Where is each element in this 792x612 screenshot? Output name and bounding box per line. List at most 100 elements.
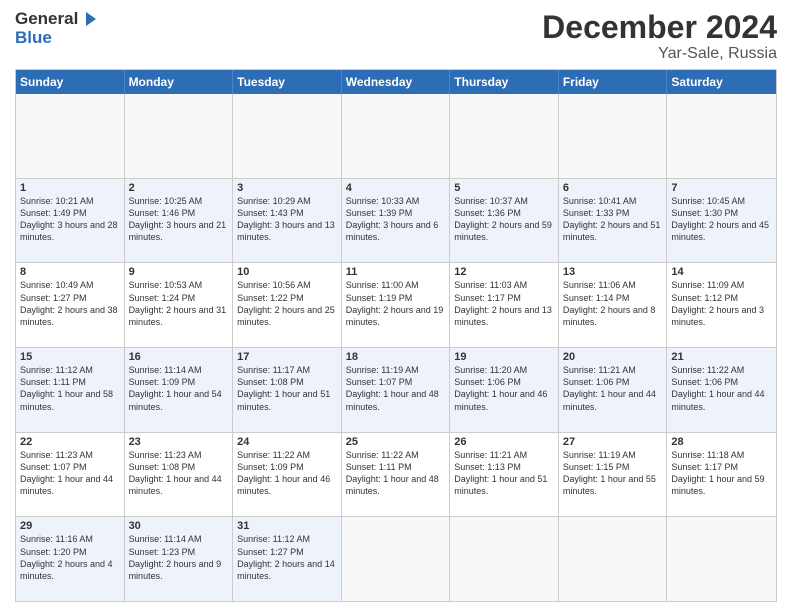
cal-cell-empty (233, 94, 342, 178)
cal-week-4: 22Sunrise: 11:23 AM Sunset: 1:07 PM Dayl… (16, 432, 776, 517)
cal-cell-day-31: 31Sunrise: 11:12 AM Sunset: 1:27 PM Dayl… (233, 517, 342, 601)
day-number: 5 (454, 182, 554, 194)
cal-cell-day-15: 15Sunrise: 11:12 AM Sunset: 1:11 PM Dayl… (16, 348, 125, 432)
cal-week-2: 8Sunrise: 10:49 AM Sunset: 1:27 PM Dayli… (16, 262, 776, 347)
cal-cell-day-10: 10Sunrise: 10:56 AM Sunset: 1:22 PM Dayl… (233, 263, 342, 347)
cal-header-monday: Monday (125, 70, 234, 94)
cal-cell-day-1: 1Sunrise: 10:21 AM Sunset: 1:49 PM Dayli… (16, 179, 125, 263)
calendar-header-row: SundayMondayTuesdayWednesdayThursdayFrid… (16, 70, 776, 94)
month-title: December 2024 (542, 10, 777, 45)
cell-info: Sunrise: 11:16 AM Sunset: 1:20 PM Daylig… (20, 533, 120, 582)
cell-info: Sunrise: 11:19 AM Sunset: 1:07 PM Daylig… (346, 364, 446, 413)
day-number: 17 (237, 351, 337, 363)
day-number: 6 (563, 182, 663, 194)
day-number: 8 (20, 266, 120, 278)
cal-cell-day-6: 6Sunrise: 10:41 AM Sunset: 1:33 PM Dayli… (559, 179, 668, 263)
cal-header-sunday: Sunday (16, 70, 125, 94)
cal-cell-day-19: 19Sunrise: 11:20 AM Sunset: 1:06 PM Dayl… (450, 348, 559, 432)
cal-cell-day-14: 14Sunrise: 11:09 AM Sunset: 1:12 PM Dayl… (667, 263, 776, 347)
day-number: 25 (346, 436, 446, 448)
cal-cell-day-7: 7Sunrise: 10:45 AM Sunset: 1:30 PM Dayli… (667, 179, 776, 263)
cell-info: Sunrise: 10:45 AM Sunset: 1:30 PM Daylig… (671, 195, 772, 244)
day-number: 21 (671, 351, 772, 363)
cal-cell-day-22: 22Sunrise: 11:23 AM Sunset: 1:07 PM Dayl… (16, 433, 125, 517)
day-number: 13 (563, 266, 663, 278)
cal-cell-day-28: 28Sunrise: 11:18 AM Sunset: 1:17 PM Dayl… (667, 433, 776, 517)
cell-info: Sunrise: 11:18 AM Sunset: 1:17 PM Daylig… (671, 449, 772, 498)
cal-cell-empty (125, 94, 234, 178)
cell-info: Sunrise: 11:00 AM Sunset: 1:19 PM Daylig… (346, 279, 446, 328)
calendar: SundayMondayTuesdayWednesdayThursdayFrid… (15, 69, 777, 602)
cal-cell-day-25: 25Sunrise: 11:22 AM Sunset: 1:11 PM Dayl… (342, 433, 451, 517)
cal-cell-empty (559, 517, 668, 601)
cal-cell-day-24: 24Sunrise: 11:22 AM Sunset: 1:09 PM Dayl… (233, 433, 342, 517)
cal-cell-empty (342, 94, 451, 178)
calendar-body: 1Sunrise: 10:21 AM Sunset: 1:49 PM Dayli… (16, 94, 776, 601)
cal-header-thursday: Thursday (450, 70, 559, 94)
day-number: 22 (20, 436, 120, 448)
cal-cell-day-12: 12Sunrise: 11:03 AM Sunset: 1:17 PM Dayl… (450, 263, 559, 347)
cal-cell-day-9: 9Sunrise: 10:53 AM Sunset: 1:24 PM Dayli… (125, 263, 234, 347)
cal-week-5: 29Sunrise: 11:16 AM Sunset: 1:20 PM Dayl… (16, 516, 776, 601)
cal-cell-day-27: 27Sunrise: 11:19 AM Sunset: 1:15 PM Dayl… (559, 433, 668, 517)
cell-info: Sunrise: 11:06 AM Sunset: 1:14 PM Daylig… (563, 279, 663, 328)
cell-info: Sunrise: 11:12 AM Sunset: 1:11 PM Daylig… (20, 364, 120, 413)
cell-info: Sunrise: 11:14 AM Sunset: 1:23 PM Daylig… (129, 533, 229, 582)
logo-blue: Blue (15, 29, 98, 48)
logo-arrow-icon (80, 10, 98, 28)
cal-header-saturday: Saturday (667, 70, 776, 94)
day-number: 31 (237, 520, 337, 532)
cell-info: Sunrise: 11:21 AM Sunset: 1:13 PM Daylig… (454, 449, 554, 498)
logo-general: General (15, 10, 78, 29)
cal-cell-day-4: 4Sunrise: 10:33 AM Sunset: 1:39 PM Dayli… (342, 179, 451, 263)
cell-info: Sunrise: 11:22 AM Sunset: 1:11 PM Daylig… (346, 449, 446, 498)
cal-week-1: 1Sunrise: 10:21 AM Sunset: 1:49 PM Dayli… (16, 178, 776, 263)
cal-header-wednesday: Wednesday (342, 70, 451, 94)
location-title: Yar-Sale, Russia (542, 45, 777, 63)
cal-cell-day-3: 3Sunrise: 10:29 AM Sunset: 1:43 PM Dayli… (233, 179, 342, 263)
cal-cell-day-26: 26Sunrise: 11:21 AM Sunset: 1:13 PM Dayl… (450, 433, 559, 517)
cal-week-3: 15Sunrise: 11:12 AM Sunset: 1:11 PM Dayl… (16, 347, 776, 432)
day-number: 30 (129, 520, 229, 532)
cal-cell-empty (342, 517, 451, 601)
day-number: 7 (671, 182, 772, 194)
day-number: 26 (454, 436, 554, 448)
cal-cell-empty (667, 94, 776, 178)
cal-cell-empty (450, 94, 559, 178)
cal-cell-day-2: 2Sunrise: 10:25 AM Sunset: 1:46 PM Dayli… (125, 179, 234, 263)
day-number: 28 (671, 436, 772, 448)
day-number: 23 (129, 436, 229, 448)
cal-header-tuesday: Tuesday (233, 70, 342, 94)
day-number: 14 (671, 266, 772, 278)
cal-cell-empty (16, 94, 125, 178)
day-number: 10 (237, 266, 337, 278)
cal-cell-day-18: 18Sunrise: 11:19 AM Sunset: 1:07 PM Dayl… (342, 348, 451, 432)
cal-cell-day-23: 23Sunrise: 11:23 AM Sunset: 1:08 PM Dayl… (125, 433, 234, 517)
day-number: 24 (237, 436, 337, 448)
day-number: 19 (454, 351, 554, 363)
cell-info: Sunrise: 10:29 AM Sunset: 1:43 PM Daylig… (237, 195, 337, 244)
cell-info: Sunrise: 11:03 AM Sunset: 1:17 PM Daylig… (454, 279, 554, 328)
cal-cell-day-20: 20Sunrise: 11:21 AM Sunset: 1:06 PM Dayl… (559, 348, 668, 432)
cal-week-0 (16, 94, 776, 178)
cell-info: Sunrise: 10:41 AM Sunset: 1:33 PM Daylig… (563, 195, 663, 244)
cal-cell-empty (450, 517, 559, 601)
cell-info: Sunrise: 10:53 AM Sunset: 1:24 PM Daylig… (129, 279, 229, 328)
cell-info: Sunrise: 11:12 AM Sunset: 1:27 PM Daylig… (237, 533, 337, 582)
cell-info: Sunrise: 11:23 AM Sunset: 1:08 PM Daylig… (129, 449, 229, 498)
cal-cell-empty (559, 94, 668, 178)
cell-info: Sunrise: 11:14 AM Sunset: 1:09 PM Daylig… (129, 364, 229, 413)
day-number: 9 (129, 266, 229, 278)
day-number: 1 (20, 182, 120, 194)
cal-cell-empty (667, 517, 776, 601)
cell-info: Sunrise: 10:56 AM Sunset: 1:22 PM Daylig… (237, 279, 337, 328)
cell-info: Sunrise: 10:21 AM Sunset: 1:49 PM Daylig… (20, 195, 120, 244)
cell-info: Sunrise: 11:17 AM Sunset: 1:08 PM Daylig… (237, 364, 337, 413)
day-number: 3 (237, 182, 337, 194)
cell-info: Sunrise: 11:09 AM Sunset: 1:12 PM Daylig… (671, 279, 772, 328)
title-section: December 2024 Yar-Sale, Russia (542, 10, 777, 63)
cal-header-friday: Friday (559, 70, 668, 94)
cell-info: Sunrise: 11:20 AM Sunset: 1:06 PM Daylig… (454, 364, 554, 413)
cell-info: Sunrise: 10:37 AM Sunset: 1:36 PM Daylig… (454, 195, 554, 244)
cal-cell-day-13: 13Sunrise: 11:06 AM Sunset: 1:14 PM Dayl… (559, 263, 668, 347)
